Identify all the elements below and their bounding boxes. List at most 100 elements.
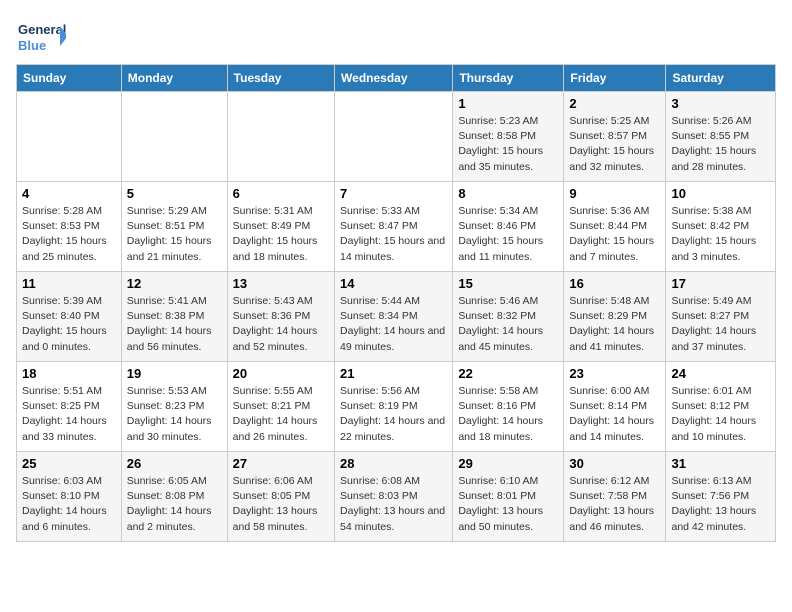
- calendar-cell: 24 Sunrise: 6:01 AMSunset: 8:12 PMDayligh…: [666, 362, 776, 452]
- day-number: 5: [127, 186, 222, 201]
- day-number: 1: [458, 96, 558, 111]
- day-number: 25: [22, 456, 116, 471]
- day-number: 13: [233, 276, 329, 291]
- calendar-cell: 23 Sunrise: 6:00 AMSunset: 8:14 PMDayligh…: [564, 362, 666, 452]
- day-info: Sunrise: 6:08 AMSunset: 8:03 PMDaylight:…: [340, 474, 447, 535]
- calendar-cell: 6 Sunrise: 5:31 AMSunset: 8:49 PMDaylight…: [227, 182, 334, 272]
- calendar-cell: 17 Sunrise: 5:49 AMSunset: 8:27 PMDayligh…: [666, 272, 776, 362]
- day-info: Sunrise: 5:29 AMSunset: 8:51 PMDaylight:…: [127, 204, 222, 265]
- day-info: Sunrise: 6:13 AMSunset: 7:56 PMDaylight:…: [671, 474, 770, 535]
- day-number: 20: [233, 366, 329, 381]
- calendar-cell: 31 Sunrise: 6:13 AMSunset: 7:56 PMDayligh…: [666, 452, 776, 542]
- calendar-cell: 30 Sunrise: 6:12 AMSunset: 7:58 PMDayligh…: [564, 452, 666, 542]
- day-info: Sunrise: 5:51 AMSunset: 8:25 PMDaylight:…: [22, 384, 116, 445]
- calendar-cell: [335, 92, 453, 182]
- day-number: 7: [340, 186, 447, 201]
- day-number: 21: [340, 366, 447, 381]
- day-info: Sunrise: 5:34 AMSunset: 8:46 PMDaylight:…: [458, 204, 558, 265]
- calendar-cell: 25 Sunrise: 6:03 AMSunset: 8:10 PMDayligh…: [17, 452, 122, 542]
- day-number: 15: [458, 276, 558, 291]
- day-number: 10: [671, 186, 770, 201]
- day-info: Sunrise: 5:39 AMSunset: 8:40 PMDaylight:…: [22, 294, 116, 355]
- calendar-cell: 8 Sunrise: 5:34 AMSunset: 8:46 PMDaylight…: [453, 182, 564, 272]
- day-number: 9: [569, 186, 660, 201]
- day-info: Sunrise: 5:38 AMSunset: 8:42 PMDaylight:…: [671, 204, 770, 265]
- day-number: 27: [233, 456, 329, 471]
- day-number: 4: [22, 186, 116, 201]
- day-info: Sunrise: 5:48 AMSunset: 8:29 PMDaylight:…: [569, 294, 660, 355]
- calendar-cell: 28 Sunrise: 6:08 AMSunset: 8:03 PMDayligh…: [335, 452, 453, 542]
- calendar-cell: 16 Sunrise: 5:48 AMSunset: 8:29 PMDayligh…: [564, 272, 666, 362]
- day-info: Sunrise: 5:55 AMSunset: 8:21 PMDaylight:…: [233, 384, 329, 445]
- day-info: Sunrise: 5:53 AMSunset: 8:23 PMDaylight:…: [127, 384, 222, 445]
- calendar-cell: 18 Sunrise: 5:51 AMSunset: 8:25 PMDayligh…: [17, 362, 122, 452]
- logo: General Blue: [16, 16, 66, 56]
- calendar-cell: 7 Sunrise: 5:33 AMSunset: 8:47 PMDaylight…: [335, 182, 453, 272]
- day-number: 14: [340, 276, 447, 291]
- week-row-3: 11 Sunrise: 5:39 AMSunset: 8:40 PMDayligh…: [17, 272, 776, 362]
- calendar-cell: 14 Sunrise: 5:44 AMSunset: 8:34 PMDayligh…: [335, 272, 453, 362]
- calendar-cell: 21 Sunrise: 5:56 AMSunset: 8:19 PMDayligh…: [335, 362, 453, 452]
- day-info: Sunrise: 5:58 AMSunset: 8:16 PMDaylight:…: [458, 384, 558, 445]
- week-row-4: 18 Sunrise: 5:51 AMSunset: 8:25 PMDayligh…: [17, 362, 776, 452]
- day-number: 12: [127, 276, 222, 291]
- calendar-cell: 3 Sunrise: 5:26 AMSunset: 8:55 PMDaylight…: [666, 92, 776, 182]
- day-info: Sunrise: 6:10 AMSunset: 8:01 PMDaylight:…: [458, 474, 558, 535]
- calendar-cell: 29 Sunrise: 6:10 AMSunset: 8:01 PMDayligh…: [453, 452, 564, 542]
- day-info: Sunrise: 5:26 AMSunset: 8:55 PMDaylight:…: [671, 114, 770, 175]
- day-info: Sunrise: 5:56 AMSunset: 8:19 PMDaylight:…: [340, 384, 447, 445]
- week-row-5: 25 Sunrise: 6:03 AMSunset: 8:10 PMDayligh…: [17, 452, 776, 542]
- week-row-2: 4 Sunrise: 5:28 AMSunset: 8:53 PMDaylight…: [17, 182, 776, 272]
- day-info: Sunrise: 6:01 AMSunset: 8:12 PMDaylight:…: [671, 384, 770, 445]
- calendar-cell: 12Sunrise: 5:41 AMSunset: 8:38 PMDayligh…: [121, 272, 227, 362]
- day-number: 18: [22, 366, 116, 381]
- day-number: 31: [671, 456, 770, 471]
- header: General Blue: [16, 16, 776, 56]
- calendar-cell: 27 Sunrise: 6:06 AMSunset: 8:05 PMDayligh…: [227, 452, 334, 542]
- day-info: Sunrise: 6:00 AMSunset: 8:14 PMDaylight:…: [569, 384, 660, 445]
- day-number: 11: [22, 276, 116, 291]
- col-header-thursday: Thursday: [453, 65, 564, 92]
- day-number: 23: [569, 366, 660, 381]
- day-number: 8: [458, 186, 558, 201]
- day-info: Sunrise: 5:28 AMSunset: 8:53 PMDaylight:…: [22, 204, 116, 265]
- col-header-wednesday: Wednesday: [335, 65, 453, 92]
- calendar-cell: 26 Sunrise: 6:05 AMSunset: 8:08 PMDayligh…: [121, 452, 227, 542]
- day-info: Sunrise: 6:03 AMSunset: 8:10 PMDaylight:…: [22, 474, 116, 535]
- calendar-cell: 2 Sunrise: 5:25 AMSunset: 8:57 PMDaylight…: [564, 92, 666, 182]
- day-info: Sunrise: 5:25 AMSunset: 8:57 PMDaylight:…: [569, 114, 660, 175]
- calendar-cell: 20 Sunrise: 5:55 AMSunset: 8:21 PMDayligh…: [227, 362, 334, 452]
- col-header-monday: Monday: [121, 65, 227, 92]
- col-header-friday: Friday: [564, 65, 666, 92]
- day-number: 29: [458, 456, 558, 471]
- calendar-cell: [121, 92, 227, 182]
- day-number: 30: [569, 456, 660, 471]
- logo-svg: General Blue: [16, 16, 66, 56]
- week-row-1: 1 Sunrise: 5:23 AMSunset: 8:58 PMDaylight…: [17, 92, 776, 182]
- day-info: Sunrise: 5:33 AMSunset: 8:47 PMDaylight:…: [340, 204, 447, 265]
- day-number: 6: [233, 186, 329, 201]
- calendar-cell: 11 Sunrise: 5:39 AMSunset: 8:40 PMDayligh…: [17, 272, 122, 362]
- svg-text:Blue: Blue: [18, 38, 46, 53]
- calendar-cell: 19 Sunrise: 5:53 AMSunset: 8:23 PMDayligh…: [121, 362, 227, 452]
- calendar-cell: 15Sunrise: 5:46 AMSunset: 8:32 PMDayligh…: [453, 272, 564, 362]
- calendar-cell: 10 Sunrise: 5:38 AMSunset: 8:42 PMDayligh…: [666, 182, 776, 272]
- day-number: 28: [340, 456, 447, 471]
- day-info: Sunrise: 6:06 AMSunset: 8:05 PMDaylight:…: [233, 474, 329, 535]
- day-number: 26: [127, 456, 222, 471]
- day-info: Sunrise: 5:44 AMSunset: 8:34 PMDaylight:…: [340, 294, 447, 355]
- day-info: Sunrise: 5:31 AMSunset: 8:49 PMDaylight:…: [233, 204, 329, 265]
- calendar-header-row: SundayMondayTuesdayWednesdayThursdayFrid…: [17, 65, 776, 92]
- day-number: 17: [671, 276, 770, 291]
- calendar-table: SundayMondayTuesdayWednesdayThursdayFrid…: [16, 64, 776, 542]
- day-number: 24: [671, 366, 770, 381]
- calendar-cell: 9Sunrise: 5:36 AMSunset: 8:44 PMDaylight…: [564, 182, 666, 272]
- day-number: 19: [127, 366, 222, 381]
- day-number: 2: [569, 96, 660, 111]
- day-info: Sunrise: 6:12 AMSunset: 7:58 PMDaylight:…: [569, 474, 660, 535]
- day-info: Sunrise: 6:05 AMSunset: 8:08 PMDaylight:…: [127, 474, 222, 535]
- day-number: 3: [671, 96, 770, 111]
- day-info: Sunrise: 5:49 AMSunset: 8:27 PMDaylight:…: [671, 294, 770, 355]
- day-number: 16: [569, 276, 660, 291]
- day-info: Sunrise: 5:23 AMSunset: 8:58 PMDaylight:…: [458, 114, 558, 175]
